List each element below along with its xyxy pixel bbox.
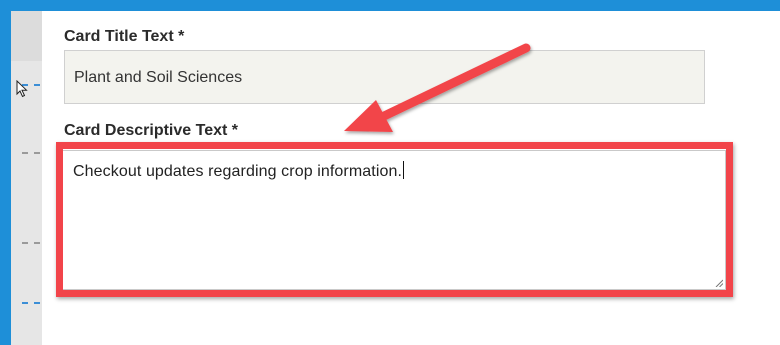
card-description-value: Checkout updates regarding crop informat…	[73, 163, 403, 180]
drag-gutter	[11, 11, 42, 345]
card-title-input[interactable]: Plant and Soil Sciences	[64, 50, 705, 104]
editor-frame: Card Title Text * Plant and Soil Science…	[0, 0, 780, 345]
frame-top-border	[0, 0, 780, 11]
card-title-label: Card Title Text *	[64, 28, 185, 45]
frame-left-border	[0, 0, 11, 345]
gutter-dash-blue	[22, 302, 40, 304]
drag-gutter-header	[11, 11, 42, 61]
mouse-pointer-icon	[16, 80, 28, 98]
resize-grip-icon[interactable]	[715, 279, 723, 287]
gutter-dash	[22, 152, 40, 154]
card-description-label: Card Descriptive Text *	[64, 122, 238, 139]
text-caret	[403, 161, 405, 179]
card-title-value: Plant and Soil Sciences	[74, 69, 243, 86]
gutter-dash	[22, 242, 40, 244]
card-description-textarea[interactable]: Checkout updates regarding crop informat…	[62, 150, 726, 290]
